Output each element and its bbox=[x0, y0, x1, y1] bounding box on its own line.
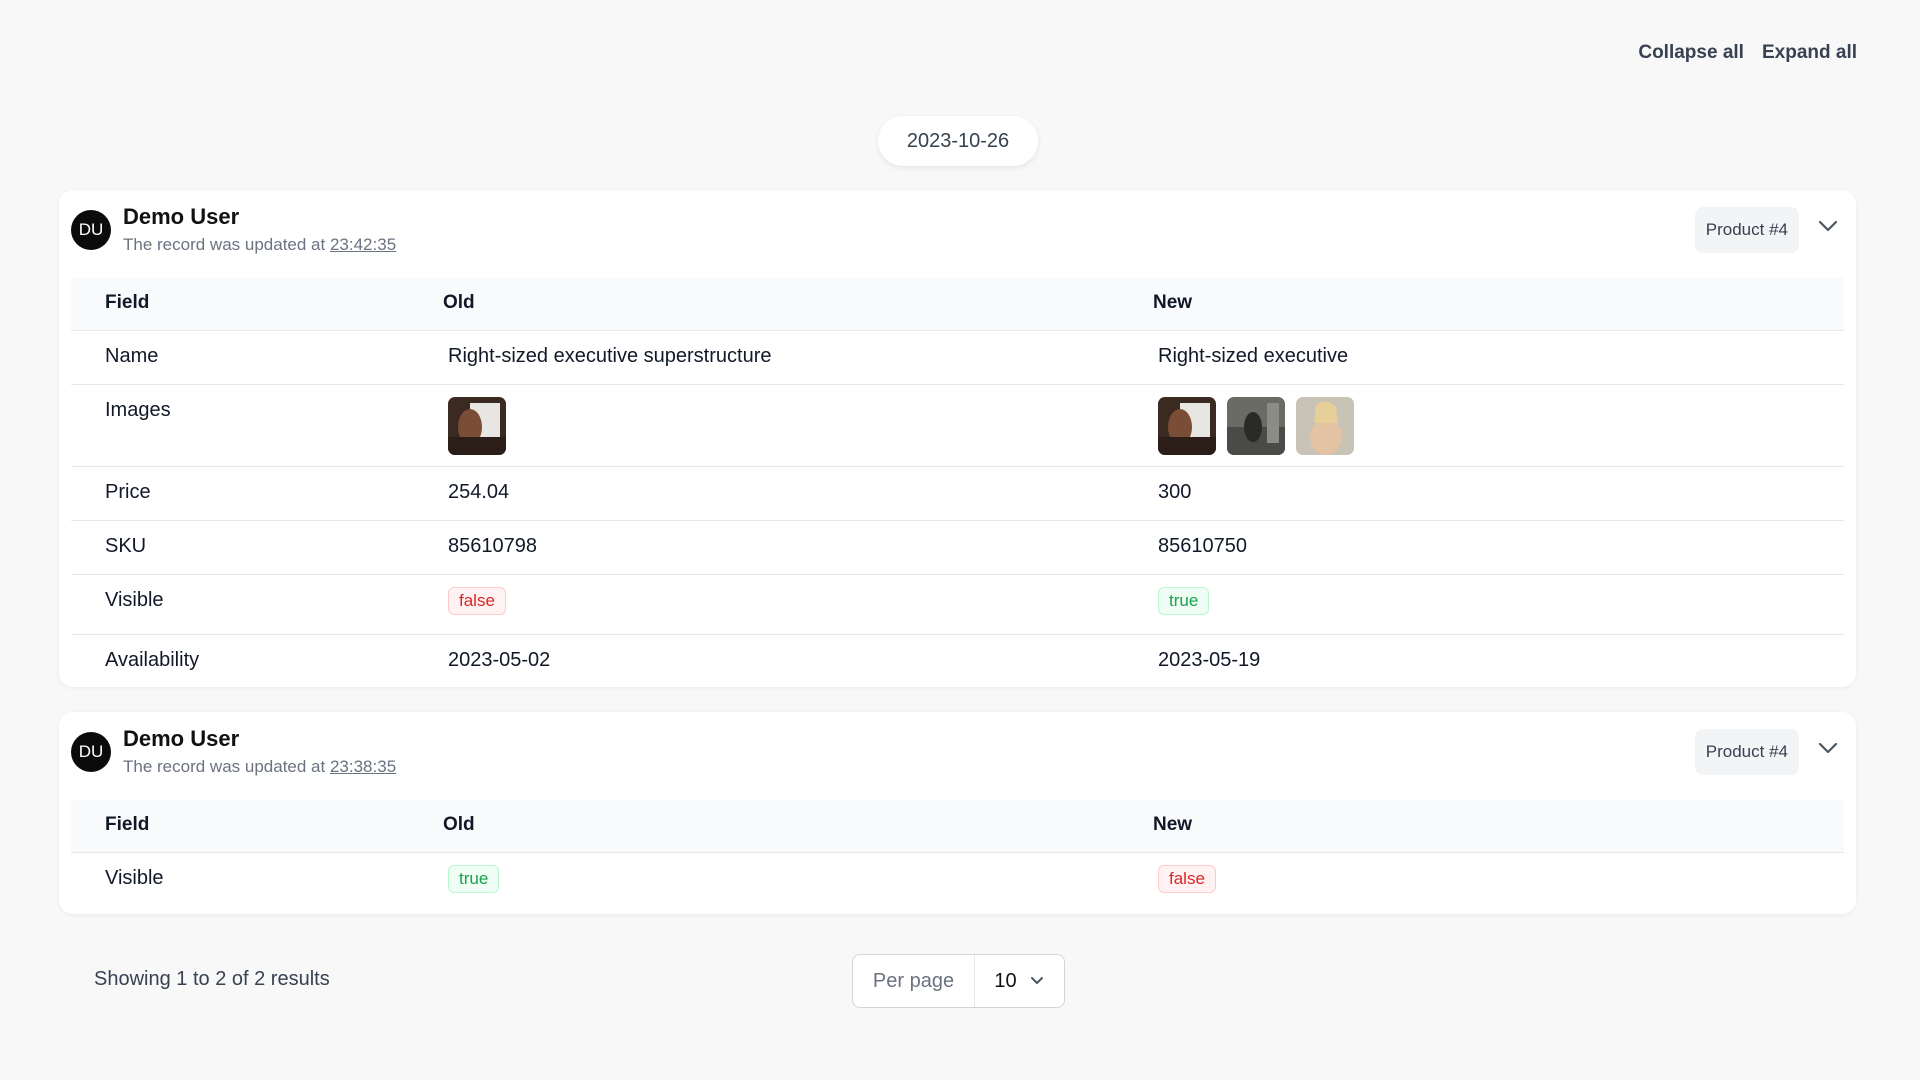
image-thumbnail[interactable] bbox=[448, 397, 506, 455]
new-column-header: New bbox=[1153, 814, 1193, 835]
collapse-all-button[interactable]: Collapse all bbox=[1638, 42, 1744, 64]
field-name: SKU bbox=[105, 535, 147, 557]
field-column-header: Field bbox=[105, 292, 150, 313]
old-value: 254.04 bbox=[448, 481, 510, 503]
table-row: Visible false true bbox=[71, 575, 1844, 635]
user-name: Demo User bbox=[123, 204, 240, 229]
new-value: Right-sized executive bbox=[1158, 345, 1349, 367]
chevron-down-icon bbox=[1030, 977, 1043, 984]
old-column-header: Old bbox=[443, 292, 475, 313]
date-group-pill: 2023-10-26 bbox=[878, 116, 1038, 166]
audit-entry-card: DU Demo User The record was updated at 2… bbox=[59, 712, 1856, 914]
updated-time: 23:42:35 bbox=[329, 235, 397, 254]
record-badge[interactable]: Product #4 bbox=[1694, 207, 1799, 253]
audit-entry-header: DU Demo User The record was updated at 2… bbox=[59, 190, 1856, 278]
updated-subline: The record was updated at 23:42:35 bbox=[123, 235, 396, 255]
chevron-down-icon[interactable] bbox=[1817, 218, 1839, 234]
updated-prefix: The record was updated at bbox=[123, 235, 326, 254]
updated-prefix: The record was updated at bbox=[123, 757, 326, 776]
avatar: DU bbox=[71, 210, 111, 250]
diff-table: Field Old New Name Right-sized executive… bbox=[71, 278, 1844, 693]
image-thumbnail[interactable] bbox=[1158, 397, 1216, 455]
diff-table-header: Field Old New bbox=[71, 800, 1844, 853]
updated-time: 23:38:35 bbox=[329, 757, 397, 776]
audit-entry-card: DU Demo User The record was updated at 2… bbox=[59, 190, 1856, 687]
audit-entry-header: DU Demo User The record was updated at 2… bbox=[59, 712, 1856, 800]
field-name: Images bbox=[105, 399, 171, 421]
table-row: Visible true false bbox=[71, 853, 1844, 911]
user-name: Demo User bbox=[123, 726, 240, 751]
field-name: Visible bbox=[105, 867, 164, 889]
record-badge[interactable]: Product #4 bbox=[1694, 729, 1799, 775]
status-badge: true bbox=[448, 865, 500, 893]
per-page-control: Per page 10 bbox=[852, 954, 1065, 1008]
results-summary: Showing 1 to 2 of 2 results bbox=[94, 968, 330, 990]
chevron-down-icon[interactable] bbox=[1817, 740, 1839, 756]
per-page-label: Per page bbox=[853, 955, 975, 1007]
new-value: 85610750 bbox=[1158, 535, 1247, 557]
old-images bbox=[448, 397, 506, 455]
per-page-select[interactable]: 10 bbox=[975, 970, 1064, 993]
old-value: 2023-05-02 bbox=[448, 649, 551, 671]
status-badge: true bbox=[1158, 587, 1210, 615]
avatar: DU bbox=[71, 732, 111, 772]
status-badge: false bbox=[1158, 865, 1216, 893]
table-row: Availability 2023-05-02 2023-05-19 bbox=[71, 635, 1844, 693]
diff-table-header: Field Old New bbox=[71, 278, 1844, 331]
old-value: Right-sized executive superstructure bbox=[448, 345, 772, 367]
expand-all-button[interactable]: Expand all bbox=[1762, 42, 1857, 64]
old-value: 85610798 bbox=[448, 535, 537, 557]
field-name: Availability bbox=[105, 649, 200, 671]
field-name: Visible bbox=[105, 589, 164, 611]
top-actions: Collapse all Expand all bbox=[1638, 42, 1857, 64]
table-row: SKU 85610798 85610750 bbox=[71, 521, 1844, 575]
updated-subline: The record was updated at 23:38:35 bbox=[123, 757, 396, 777]
field-name: Price bbox=[105, 481, 151, 503]
diff-table: Field Old New Visible true false bbox=[71, 800, 1844, 911]
new-value: 300 bbox=[1158, 481, 1192, 503]
field-name: Name bbox=[105, 345, 159, 367]
new-value: 2023-05-19 bbox=[1158, 649, 1261, 671]
table-row: Price 254.04 300 bbox=[71, 467, 1844, 521]
image-thumbnail[interactable] bbox=[1227, 397, 1285, 455]
table-row: Name Right-sized executive superstructur… bbox=[71, 331, 1844, 385]
table-row: Images bbox=[71, 385, 1844, 467]
status-badge: false bbox=[448, 587, 506, 615]
field-column-header: Field bbox=[105, 814, 150, 835]
image-thumbnail[interactable] bbox=[1296, 397, 1354, 455]
old-column-header: Old bbox=[443, 814, 475, 835]
per-page-value: 10 bbox=[994, 969, 1017, 992]
new-column-header: New bbox=[1153, 292, 1193, 313]
new-images bbox=[1158, 397, 1354, 455]
